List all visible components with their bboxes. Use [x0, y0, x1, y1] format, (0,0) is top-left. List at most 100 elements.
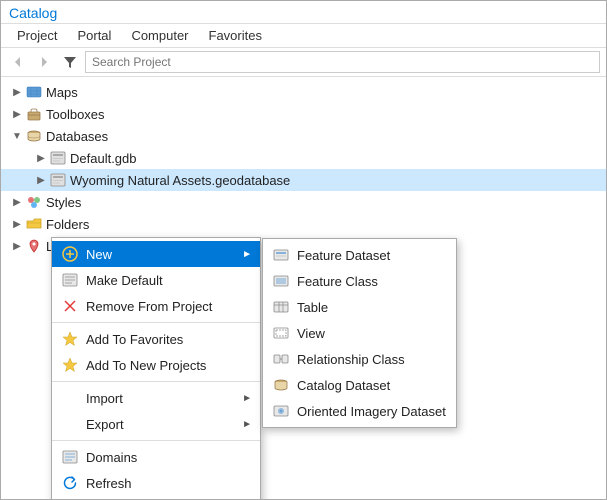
- sub-relationship-class[interactable]: Relationship Class: [263, 346, 456, 372]
- tree-panel: ▶ Maps ▶ Toolboxes ▼ Databases ▶: [1, 77, 606, 499]
- sub-feature-class[interactable]: Feature Class: [263, 268, 456, 294]
- styles-icon: [25, 194, 43, 210]
- databases-icon: [25, 128, 43, 144]
- sub-catalog-dataset[interactable]: Catalog Dataset: [263, 372, 456, 398]
- wyoming-gdb-icon: [49, 172, 67, 188]
- ctx-make-default-label: Make Default: [86, 273, 252, 288]
- context-menu: New ► Feature Dataset Feature Clas: [51, 237, 261, 499]
- ctx-refresh-label: Refresh: [86, 476, 252, 491]
- catalog-window: Catalog Project Portal Computer Favorite…: [0, 0, 607, 500]
- window-title: Catalog: [9, 5, 57, 21]
- ctx-new-label: New: [86, 247, 242, 262]
- sub-oriented-imagery[interactable]: Oriented Imagery Dataset: [263, 398, 456, 424]
- ctx-item-make-default[interactable]: Make Default: [52, 267, 260, 293]
- table-label: Table: [297, 300, 448, 315]
- ctx-item-copy[interactable]: Copy Ctrl+C: [52, 496, 260, 499]
- feature-class-icon: [271, 271, 291, 291]
- default-gdb-label: Default.gdb: [70, 151, 137, 166]
- default-gdb-icon: [49, 150, 67, 166]
- ctx-export-label: Export: [86, 417, 242, 432]
- relationship-class-icon: [271, 349, 291, 369]
- menu-portal[interactable]: Portal: [69, 26, 119, 45]
- relationship-class-label: Relationship Class: [297, 352, 448, 367]
- sub-table[interactable]: Table: [263, 294, 456, 320]
- ctx-item-add-new-projects[interactable]: Add To New Projects: [52, 352, 260, 378]
- tree-item-wyoming-gdb[interactable]: ▶ Wyoming Natural Assets.geodatabase: [1, 169, 606, 191]
- feature-dataset-icon: [271, 245, 291, 265]
- ctx-domains-label: Domains: [86, 450, 252, 465]
- star-favorites-icon: [60, 329, 80, 349]
- filter-button[interactable]: [59, 51, 81, 73]
- maps-label: Maps: [46, 85, 78, 100]
- toggle-folders: ▶: [9, 219, 25, 230]
- styles-label: Styles: [46, 195, 81, 210]
- ctx-import-label: Import: [86, 391, 242, 406]
- menu-project[interactable]: Project: [9, 26, 65, 45]
- toggle-wyoming-gdb: ▶: [33, 175, 49, 186]
- toggle-styles: ▶: [9, 197, 25, 208]
- star-new-projects-icon: [60, 355, 80, 375]
- ctx-separator-2: [52, 381, 260, 382]
- catalog-dataset-icon: [271, 375, 291, 395]
- import-icon: [60, 388, 80, 408]
- menu-favorites[interactable]: Favorites: [201, 26, 270, 45]
- ctx-remove-label: Remove From Project: [86, 299, 252, 314]
- submenu-new: Feature Dataset Feature Class Table: [262, 238, 457, 428]
- ctx-item-refresh[interactable]: Refresh: [52, 470, 260, 496]
- toggle-databases: ▼: [9, 131, 25, 142]
- title-bar: Catalog: [1, 1, 606, 24]
- menu-bar: Project Portal Computer Favorites: [1, 24, 606, 48]
- ctx-separator-3: [52, 440, 260, 441]
- menu-computer[interactable]: Computer: [123, 26, 196, 45]
- feature-dataset-label: Feature Dataset: [297, 248, 448, 263]
- ctx-item-domains[interactable]: Domains: [52, 444, 260, 470]
- search-input[interactable]: [85, 51, 600, 73]
- toolboxes-icon: [25, 106, 43, 122]
- oriented-imagery-icon: [271, 401, 291, 421]
- oriented-imagery-label: Oriented Imagery Dataset: [297, 404, 448, 419]
- tree-item-default-gdb[interactable]: ▶ Default.gdb: [1, 147, 606, 169]
- forward-button[interactable]: [33, 51, 55, 73]
- catalog-dataset-label: Catalog Dataset: [297, 378, 448, 393]
- toolboxes-label: Toolboxes: [46, 107, 105, 122]
- ctx-item-new[interactable]: New ► Feature Dataset Feature Clas: [52, 241, 260, 267]
- tree-item-folders[interactable]: ▶ Folders: [1, 213, 606, 235]
- ctx-item-add-favorites[interactable]: Add To Favorites: [52, 326, 260, 352]
- ctx-item-export[interactable]: Export ►: [52, 411, 260, 437]
- export-icon: [60, 414, 80, 434]
- export-arrow-icon: ►: [242, 419, 252, 430]
- tree-item-maps[interactable]: ▶ Maps: [1, 81, 606, 103]
- toolbar: [1, 48, 606, 77]
- domains-icon: [60, 447, 80, 467]
- folders-icon: [25, 216, 43, 232]
- sub-view[interactable]: View: [263, 320, 456, 346]
- import-arrow-icon: ►: [242, 393, 252, 404]
- toggle-locators: ▶: [9, 241, 25, 252]
- remove-icon: [60, 296, 80, 316]
- new-arrow-icon: ►: [242, 249, 252, 260]
- view-icon: [271, 323, 291, 343]
- locators-icon: [25, 238, 43, 254]
- sub-feature-dataset[interactable]: Feature Dataset: [263, 242, 456, 268]
- refresh-icon: [60, 473, 80, 493]
- view-label: View: [297, 326, 448, 341]
- databases-label: Databases: [46, 129, 108, 144]
- folders-label: Folders: [46, 217, 89, 232]
- table-icon: [271, 297, 291, 317]
- feature-class-label: Feature Class: [297, 274, 448, 289]
- ctx-add-new-projects-label: Add To New Projects: [86, 358, 252, 373]
- back-button[interactable]: [7, 51, 29, 73]
- toggle-default-gdb: ▶: [33, 153, 49, 164]
- tree-item-styles[interactable]: ▶ Styles: [1, 191, 606, 213]
- wyoming-gdb-label: Wyoming Natural Assets.geodatabase: [70, 173, 290, 188]
- toggle-maps: ▶: [9, 87, 25, 98]
- maps-icon: [25, 84, 43, 100]
- ctx-add-favorites-label: Add To Favorites: [86, 332, 252, 347]
- ctx-separator-1: [52, 322, 260, 323]
- tree-item-toolboxes[interactable]: ▶ Toolboxes: [1, 103, 606, 125]
- tree-item-databases[interactable]: ▼ Databases: [1, 125, 606, 147]
- toggle-toolboxes: ▶: [9, 109, 25, 120]
- make-default-icon: [60, 270, 80, 290]
- ctx-item-import[interactable]: Import ►: [52, 385, 260, 411]
- ctx-item-remove[interactable]: Remove From Project: [52, 293, 260, 319]
